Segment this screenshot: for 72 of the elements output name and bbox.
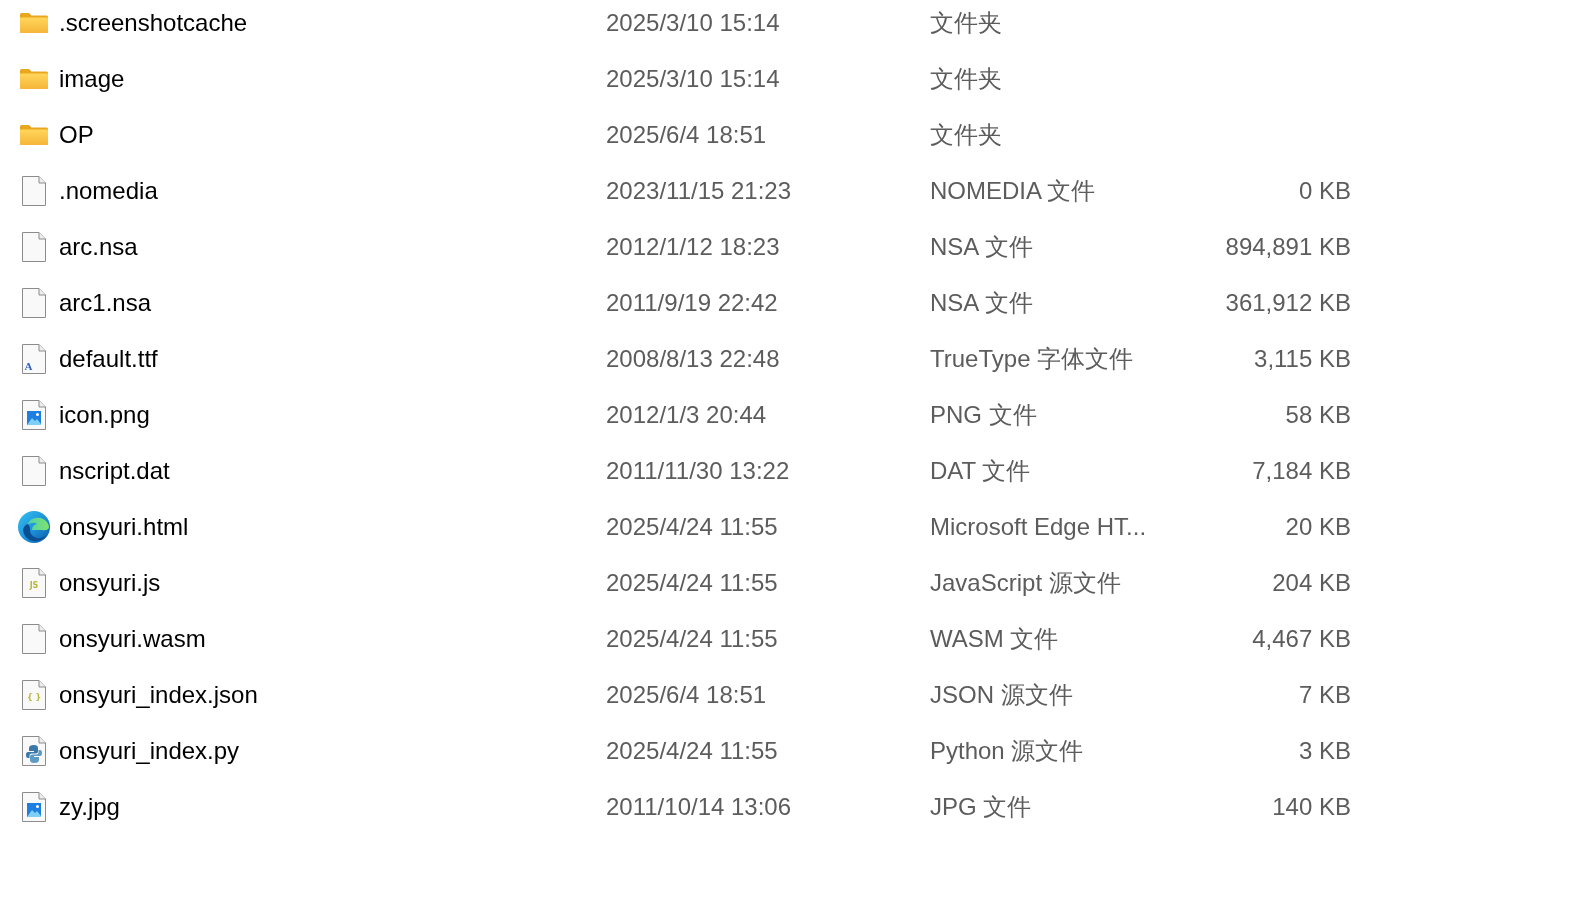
file-name[interactable]: onsyuri_index.py — [59, 737, 240, 765]
code-file-icon: { } — [22, 680, 46, 710]
file-name[interactable]: zy.jpg — [59, 793, 120, 821]
file-type: WASM 文件 — [930, 624, 1059, 654]
date-modified: 2011/9/19 22:42 — [606, 289, 778, 317]
date-modified: 2012/1/12 18:23 — [606, 233, 780, 261]
file-type: JSON 源文件 — [930, 680, 1073, 710]
blank-file-icon — [22, 176, 46, 206]
file-size: 3,115 KB — [1254, 345, 1351, 373]
folder-icon — [20, 69, 48, 89]
file-name[interactable]: .screenshotcache — [59, 9, 248, 37]
file-type: 文件夹 — [930, 64, 1002, 94]
date-modified: 2012/1/3 20:44 — [606, 401, 767, 429]
date-modified: 2025/4/24 11:55 — [606, 625, 778, 653]
file-type: DAT 文件 — [930, 456, 1031, 486]
code-file-icon: JS — [22, 568, 46, 598]
file-size: 140 KB — [1272, 793, 1351, 821]
file-name[interactable]: onsyuri_index.json — [59, 681, 258, 709]
file-name[interactable]: onsyuri.js — [59, 569, 161, 597]
file-size: 0 KB — [1298, 177, 1351, 205]
browser-file-icon — [18, 511, 50, 543]
file-type: JPG 文件 — [930, 792, 1032, 822]
file-name[interactable]: arc1.nsa — [59, 289, 152, 317]
blank-file-icon — [22, 624, 46, 654]
file-size: 7 KB — [1298, 681, 1351, 709]
file-size: 4,467 KB — [1252, 625, 1351, 653]
date-modified: 2025/4/24 11:55 — [606, 513, 778, 541]
date-modified: 2025/3/10 15:14 — [606, 65, 780, 93]
image-file-icon — [22, 792, 46, 822]
file-type: Python 源文件 — [930, 736, 1084, 766]
file-size: 204 KB — [1272, 569, 1351, 597]
file-name[interactable]: arc.nsa — [59, 233, 138, 261]
file-type: 文件夹 — [930, 120, 1002, 150]
file-size: 361,912 KB — [1225, 289, 1351, 317]
file-type: NSA 文件 — [930, 288, 1033, 318]
file-name[interactable]: default.ttf — [59, 345, 158, 373]
python-file-icon — [22, 736, 46, 766]
file-type: Microsoft Edge HT... — [930, 513, 1147, 541]
file-name[interactable]: .nomedia — [59, 177, 158, 205]
file-name[interactable]: OP — [59, 121, 94, 149]
file-name[interactable]: image — [59, 65, 125, 93]
file-type: 文件夹 — [930, 8, 1002, 38]
file-type: TrueType 字体文件 — [930, 344, 1134, 374]
blank-file-icon — [22, 288, 46, 318]
file-size: 3 KB — [1298, 737, 1351, 765]
blank-file-icon — [22, 456, 46, 486]
file-type: PNG 文件 — [930, 400, 1037, 430]
file-name[interactable]: onsyuri.html — [59, 513, 189, 541]
date-modified: 2025/3/10 15:14 — [606, 9, 780, 37]
file-size: 894,891 KB — [1225, 233, 1351, 261]
date-modified: 2025/6/4 18:51 — [606, 681, 767, 709]
date-modified: 2023/11/15 21:23 — [606, 177, 792, 205]
file-size: 20 KB — [1285, 513, 1351, 541]
file-size: 58 KB — [1285, 401, 1351, 429]
date-modified: 2025/6/4 18:51 — [606, 121, 767, 149]
date-modified: 2025/4/24 11:55 — [606, 569, 778, 597]
date-modified: 2025/4/24 11:55 — [606, 737, 778, 765]
file-size: 7,184 KB — [1252, 457, 1351, 485]
file-type: NOMEDIA 文件 — [930, 176, 1096, 206]
blank-file-icon — [22, 232, 46, 262]
date-modified: 2008/8/13 22:48 — [606, 345, 780, 373]
folder-icon — [20, 13, 48, 33]
date-modified: 2011/11/30 13:22 — [606, 457, 790, 485]
file-name[interactable]: onsyuri.wasm — [59, 625, 206, 653]
file-type: NSA 文件 — [930, 232, 1033, 262]
date-modified: 2011/10/14 13:06 — [606, 793, 792, 821]
file-name[interactable]: nscript.dat — [59, 457, 170, 485]
file-name[interactable]: icon.png — [59, 401, 150, 429]
image-file-icon — [22, 400, 46, 430]
file-type: JavaScript 源文件 — [930, 568, 1121, 598]
font-file-icon: A — [22, 344, 46, 374]
folder-icon — [20, 125, 48, 145]
